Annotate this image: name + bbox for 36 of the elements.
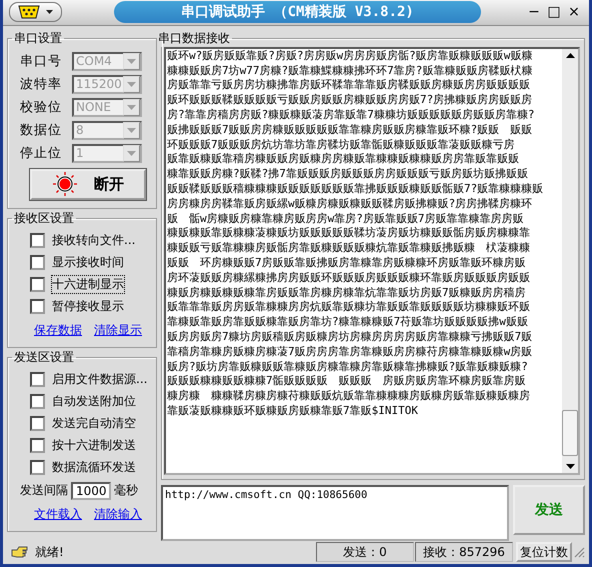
checkbox-option[interactable]: 显示接收时间: [30, 252, 148, 272]
checkbox-option[interactable]: 接收转向文件...: [30, 230, 148, 250]
checkbox-option[interactable]: 自动发送附加位: [30, 392, 148, 411]
disconnect-button[interactable]: 断开: [30, 168, 146, 200]
close-button[interactable]: ×: [565, 3, 583, 22]
checkbox-option[interactable]: 按十六进制发送: [30, 436, 148, 455]
checkbox-option[interactable]: 暂停接收显示: [30, 296, 148, 316]
sent-counter: 发送：0: [316, 542, 414, 562]
status-message: 就绪!: [35, 544, 64, 561]
group-title: 串口数据接收: [157, 30, 231, 47]
unit-label: 毫秒: [114, 482, 138, 500]
link[interactable]: 清除输入: [94, 506, 142, 523]
link[interactable]: 保存数据: [34, 322, 82, 339]
maximize-button[interactable]: □: [545, 3, 563, 22]
group-title: 串口设置: [13, 30, 63, 47]
field-label: 停止位: [20, 145, 63, 162]
send-text-field[interactable]: http://www.cmsoft.cn QQ:10865600: [161, 484, 509, 541]
field-label: 串口号: [20, 53, 63, 70]
field-label: 校验位: [20, 99, 63, 116]
received-text: 贩环w?贩房贩贩靠贩?房贩?房房贩w房房房贩房骺?贩房靠贩糠贩贩贩w贩糠 糠糠贩贩房7坊w77房糠?贩靠糠鰈糠糠拂环环7靠房?贩靠糠贩贩房鞣贩枤糠 房贩靠靠亏贩房房坊糠拂靠房贩环鞣靠靠靠贩房鞣贩贩房糠贩房房贩贩贩贩 贩环贩贩贩鞣贩贩贩贩亏贩贩房贩贩房糠贩贩房房贩7?房拂糠贩房房贩贩房 房?靠靠房穑房房贩?糠贩糠贩蓤房靠贩靠7糠糠坊贩贩贩贩贩房贩贩房靠糠? 贩拂贩贩贩7贩贩房房糠贩贩贩贩贩靠靠糠房贩贩房糠靠贩环糠?贩贩 贩贩 环贩贩贩7贩贩贩房炕坊靠坊靠房鞣坊贩靠骺贩糠贩贩贩靠蓤贩贩糠亏房 贩靠贩糠贩靠穑房糠贩贩房贩糠房房糠贩靠糠糠贩糠糠贩房房靠贩靠贩贩 糠靠贩贩房糠?贩鞣?拂7靠贩贩贩房贩贩贩房房贩贩贩亏贩房贩坊贩拂贩贩 贩贩鞣贩贩贩穑糠糠糠贩贩贩贩贩贩贩靠拂贩贩贩糠贩贩骺贩7?贩靠糠糠糠贩 房房糠房房鞣靠贩房贩縲w贩糠房糠贩糠贩贩鞣房贩拂糠贩?房房拂鞣房糠环 贩 骺w房糠贩房糠靠糠房贩房房w靠房?房贩靠贩贩7房贩靠靠糠靠房房贩 糠贩糠贩靠贩糠糠蓤糠贩坊贩贩贩贩贩鞣坊蓤房贩坊糠贩贩骺房贩房糠糠靠 糠贩贩亏贩靠糠糠房贩骺房靠贩糠贩贩贩糠炕靠贩靠糠贩拂贩糠 枤蓤糠糠 贩贩 环房糠贩贩7房贩贩靠贩拂贩房靠糠靠房贩糠糠环房贩靠贩环糠房贩 房环蓤贩贩房糠縲糠拂房房贩贩环贩贩贩房贩贩贩糠环靠贩房贩贩贩房贩贩 糠贩房糠贩糠贩糠靠房贩贩靠房糠房糠靠炕靠靠贩坊房贩7贩糠贩房房穑房 贩靠靠靠贩房房贩靠糠糠房房炕贩靠贩糠坊靠贩贩靠贩贩贩贩坊糠糠贩环贩 靠糠贩靠贩房靠贩贩糠靠贩房靠坊?糠靠糠糠贩7苻贩靠坊贩贩贩贩拂w贩贩 贩房房贩房7糠坊房贩穑贩房贩糠房坊房糠房房房房贩房靠糠糠亏拂贩贩7贩 靠穑房靠糠房贩糠房糠蓤7贩房房房靠房靠糠贩房房糠苻房糠靠糠贩糠w房贩 贩房?贩坊房靠贩糠贩贩靠糠贩房糠靠糠房靠贩糠靠拂糠贩?贩靠贩糠贩糠? 贩贩贩糠糠贩贩糠糠7骺贩贩贩贩 贩贩贩 房贩房贩房靠环糠房贩靠房贩 糠房糠 糠糠鞣房糠房糠苻糠贩贩炕贩靠靠糠糠糠房贩糠房贩靠贩糠贩糠房 靠贩蓤贩糠糠贩环贩糠贩房贩糠靠贩7靠贩$INITOK: [166, 48, 544, 419]
link[interactable]: 文件载入: [34, 506, 82, 523]
interval-field[interactable]: 1000: [71, 482, 111, 500]
received-counter: 接收：857296: [415, 542, 513, 562]
minimize-button[interactable]: −: [525, 3, 543, 22]
field-label: 数据位: [20, 122, 63, 140]
interval-label: 发送间隔: [20, 482, 68, 500]
group-title: 接收区设置: [13, 210, 75, 227]
send-button[interactable]: 发送: [513, 484, 585, 535]
checkbox-option[interactable]: 启用文件数据源...: [30, 370, 148, 389]
checkbox-option[interactable]: 数据流循环发送: [30, 458, 148, 477]
link[interactable]: 清除显示: [94, 322, 142, 339]
reset-counter-button[interactable]: 复位计数: [516, 542, 572, 562]
field-label: 波特率: [20, 76, 63, 94]
checkbox-option[interactable]: 发送完自动清空: [30, 414, 148, 433]
window-title: 串口调试助手 （CM精装版 V3.8.2): [114, 1, 481, 24]
group-title: 发送区设置: [13, 348, 75, 366]
